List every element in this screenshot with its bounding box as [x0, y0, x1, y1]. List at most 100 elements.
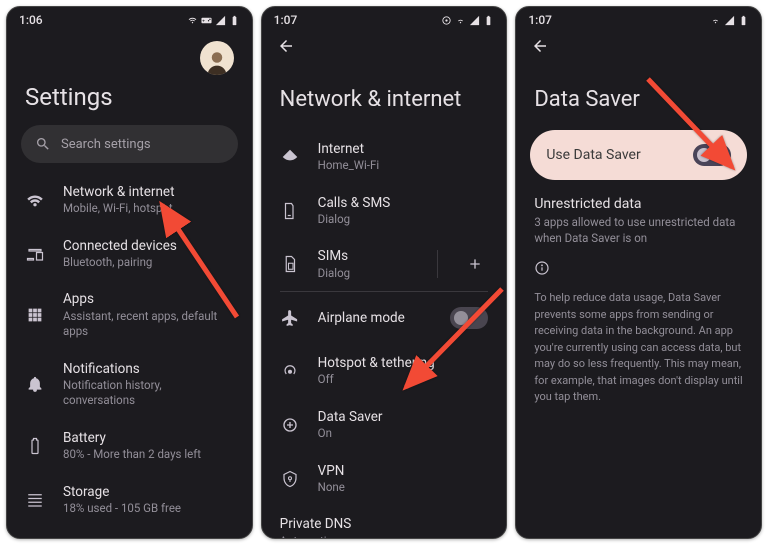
item-label: Battery — [63, 429, 234, 447]
status-icons — [441, 15, 494, 26]
hotspot-icon — [280, 361, 300, 381]
item-sub: 18% used - 105 GB free — [63, 501, 234, 517]
apps-icon — [25, 305, 45, 325]
statusbar: 1:07 — [516, 7, 761, 29]
clock: 1:07 — [528, 13, 552, 27]
list-item[interactable]: Network & internetMobile, Wi-Fi, hotspot — [7, 173, 252, 227]
controller-icon — [201, 15, 212, 26]
storage-icon — [25, 490, 45, 510]
item-sub: Dialog — [318, 212, 489, 228]
item-sub: Off — [318, 372, 489, 388]
battery-icon — [483, 15, 494, 26]
airplane-icon — [280, 308, 300, 328]
item-label: Calls & SMS — [318, 194, 489, 212]
devices-icon — [25, 244, 45, 264]
network-list: InternetHome_Wi-FiCalls & SMSDialogSIMsD… — [262, 130, 507, 538]
signal-icon — [215, 15, 226, 26]
item-label: VPN — [318, 462, 489, 480]
signal-icon — [469, 15, 480, 26]
search-input[interactable]: Search settings — [21, 125, 238, 163]
item-label: Sound & vibration — [63, 536, 234, 538]
wifi-icon — [710, 15, 721, 26]
vpn-icon — [280, 469, 300, 489]
screen-datasaver: 1:07 Data Saver Use Data Saver Unrestric… — [515, 6, 762, 539]
wifi-icon — [25, 190, 45, 210]
wifi-icon — [455, 15, 466, 26]
unrestricted-title: Unrestricted data — [534, 196, 743, 212]
item-label: Storage — [63, 483, 234, 501]
list-item[interactable]: AppsAssistant, recent apps, default apps — [7, 280, 252, 349]
list-item[interactable]: InternetHome_Wi-Fi — [262, 130, 507, 184]
item-label: Notifications — [63, 360, 234, 378]
item-sub: Mobile, Wi-Fi, hotspot — [63, 201, 234, 217]
status-icons — [710, 15, 749, 26]
screen-network: 1:07 Network & internet InternetHome_Wi-… — [261, 6, 508, 539]
item-label: Data Saver — [318, 408, 489, 426]
use-data-saver-label: Use Data Saver — [546, 147, 640, 163]
status-icons — [187, 15, 240, 26]
add-button[interactable] — [462, 251, 488, 277]
item-sub: Notification history, conversations — [63, 378, 234, 409]
screen-settings: 1:06 Settings Search settings Network & … — [6, 6, 253, 539]
item-label: Internet — [318, 140, 489, 158]
list-item[interactable]: Sound & vibrationVolume, haptics, Do Not… — [7, 526, 252, 538]
bell-icon — [25, 374, 45, 394]
use-data-saver-row[interactable]: Use Data Saver — [530, 130, 747, 180]
list-item[interactable]: Calls & SMSDialog — [262, 184, 507, 238]
item-label: Private DNS — [280, 515, 489, 533]
list-item[interactable]: VPNNone — [262, 452, 507, 506]
item-sub: On — [318, 426, 489, 442]
page-title: Network & internet — [262, 63, 507, 130]
item-label: Airplane mode — [318, 309, 433, 327]
item-label: Apps — [63, 290, 234, 308]
list-item[interactable]: Storage18% used - 105 GB free — [7, 473, 252, 527]
list-item[interactable]: Connected devicesBluetooth, pairing — [7, 227, 252, 281]
info-icon — [516, 250, 761, 286]
saver-status-icon — [441, 15, 452, 26]
list-item[interactable]: Data SaverOn — [262, 398, 507, 452]
list-item[interactable]: Battery80% - More than 2 days left — [7, 419, 252, 473]
wifi-icon — [187, 15, 198, 26]
item-label: Network & internet — [63, 183, 234, 201]
unrestricted-data-row[interactable]: Unrestricted data 3 apps allowed to use … — [516, 196, 761, 250]
list-item[interactable]: Hotspot & tetheringOff — [262, 344, 507, 398]
item-label: Hotspot & tethering — [318, 354, 489, 372]
list-item[interactable]: NotificationsNotification history, conve… — [7, 350, 252, 419]
item-sub: 80% - More than 2 days left — [63, 447, 234, 463]
search-placeholder: Search settings — [61, 137, 151, 152]
item-sub: None — [318, 480, 489, 496]
signal-icon — [724, 15, 735, 26]
page-title: Settings — [7, 75, 252, 125]
unrestricted-sub: 3 apps allowed to use unrestricted data … — [534, 214, 743, 246]
statusbar: 1:07 — [262, 7, 507, 29]
battery-icon — [25, 436, 45, 456]
back-button[interactable] — [274, 34, 298, 58]
wifi-fan-icon — [280, 147, 300, 167]
list-item[interactable]: SIMsDialog — [262, 237, 507, 291]
page-title: Data Saver — [516, 63, 761, 130]
saver-icon — [280, 415, 300, 435]
item-sub: Assistant, recent apps, default apps — [63, 309, 234, 340]
statusbar: 1:06 — [7, 7, 252, 29]
list-item[interactable]: Airplane mode — [262, 292, 507, 344]
back-button[interactable] — [528, 34, 552, 58]
help-text: To help reduce data usage, Data Saver pr… — [516, 286, 761, 410]
item-sub: Bluetooth, pairing — [63, 255, 234, 271]
list-item[interactable]: Private DNSAutomatic — [262, 505, 507, 538]
search-icon — [35, 136, 51, 152]
clock: 1:06 — [19, 13, 43, 27]
phone-icon — [280, 201, 300, 221]
battery-icon — [229, 15, 240, 26]
item-sub: Home_Wi-Fi — [318, 158, 489, 174]
battery-icon — [738, 15, 749, 26]
item-sub: Automatic — [280, 534, 489, 538]
avatar[interactable] — [200, 41, 234, 75]
item-sub: Dialog — [318, 266, 414, 282]
item-label: Connected devices — [63, 237, 234, 255]
settings-list: Network & internetMobile, Wi-Fi, hotspot… — [7, 173, 252, 538]
airplane mode-toggle[interactable] — [450, 307, 488, 329]
use-data-saver-toggle[interactable] — [693, 144, 731, 166]
sim-icon — [280, 254, 300, 274]
clock: 1:07 — [274, 13, 298, 27]
item-label: SIMs — [318, 247, 414, 265]
